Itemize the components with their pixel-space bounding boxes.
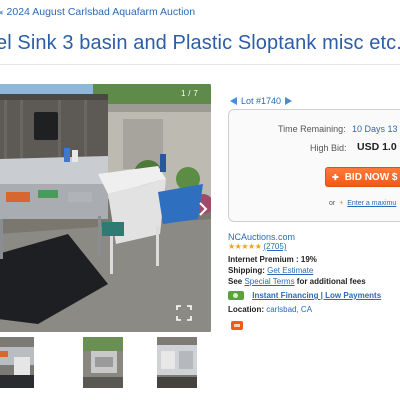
thumbnail-1[interactable]: [0, 337, 34, 388]
breadcrumb-back-icon: ◂: [0, 6, 3, 17]
report-flag-icon[interactable]: [231, 321, 243, 330]
fees-text: for additional fees: [296, 277, 366, 286]
max-bid-row: or + Enter a maximu: [329, 200, 396, 207]
gavel-icon: ✚: [332, 172, 339, 182]
lot-navigation: Lot #1740: [230, 96, 293, 106]
shipping-estimate-link[interactable]: Get Estimate: [267, 266, 313, 275]
main-photo[interactable]: [0, 84, 211, 332]
previous-lot-icon[interactable]: [230, 97, 237, 105]
title-divider: [0, 64, 400, 65]
enter-maximum-link[interactable]: Enter a maximu: [347, 200, 396, 207]
bid-now-button[interactable]: ✚ BID NOW $: [325, 167, 400, 187]
breadcrumb-auction-link[interactable]: 2024 August Carlsbad Aquafarm Auction: [7, 6, 196, 18]
time-remaining-label: Time Remaining:: [278, 124, 346, 134]
fullscreen-button[interactable]: [176, 305, 192, 321]
special-terms-row: See Special Terms for additional fees: [228, 277, 366, 286]
special-terms-link[interactable]: Special Terms: [244, 277, 294, 286]
thumbnail-2[interactable]: [83, 337, 123, 388]
review-count-link[interactable]: (2705): [263, 242, 286, 251]
bid-now-label: BID NOW $: [344, 171, 398, 183]
seller-link[interactable]: NCAuctions.com: [228, 232, 295, 242]
location-row: Location: carlsbad, CA: [228, 305, 312, 314]
next-photo-button[interactable]: [197, 200, 209, 218]
breadcrumb: ◂ 2024 August Carlsbad Aquafarm Auction: [0, 0, 400, 24]
high-bid-value: USD 1.0: [357, 141, 397, 153]
high-bid-label: High Bid:: [310, 143, 347, 153]
shipping-label: Shipping:: [228, 266, 265, 275]
see-text: See: [228, 277, 243, 286]
plus-icon: +: [339, 200, 344, 207]
photo-counter: 1 / 7: [181, 89, 199, 98]
rating-stars-icon: ★★★★★: [228, 242, 262, 251]
title-row: el Sink 3 basin and Plastic Sloptank mis…: [0, 32, 400, 55]
expand-icon: [176, 305, 192, 321]
lot-number: Lot #1740: [241, 96, 282, 106]
page-title: el Sink 3 basin and Plastic Sloptank mis…: [0, 32, 400, 54]
location-label: Location:: [228, 305, 264, 314]
time-remaining-value: 10 Days 13: [352, 124, 398, 134]
shipping-row: Shipping: Get Estimate: [228, 266, 313, 275]
thumbnail-3[interactable]: [157, 337, 197, 388]
internet-premium-text: Internet Premium : 19%: [228, 255, 317, 264]
next-lot-icon[interactable]: [285, 97, 293, 105]
chevron-right-icon: [199, 202, 208, 216]
location-value: carlsbad, CA: [266, 305, 313, 314]
cash-icon: [228, 291, 244, 301]
seller-rating: ★★★★★ (2705): [228, 242, 286, 251]
financing-row: Instant Financing | Low Payments: [228, 291, 381, 301]
internet-premium: Internet Premium : 19%: [228, 255, 317, 264]
instant-financing-link[interactable]: Instant Financing | Low Payments: [252, 291, 381, 300]
or-text: or: [329, 200, 336, 207]
